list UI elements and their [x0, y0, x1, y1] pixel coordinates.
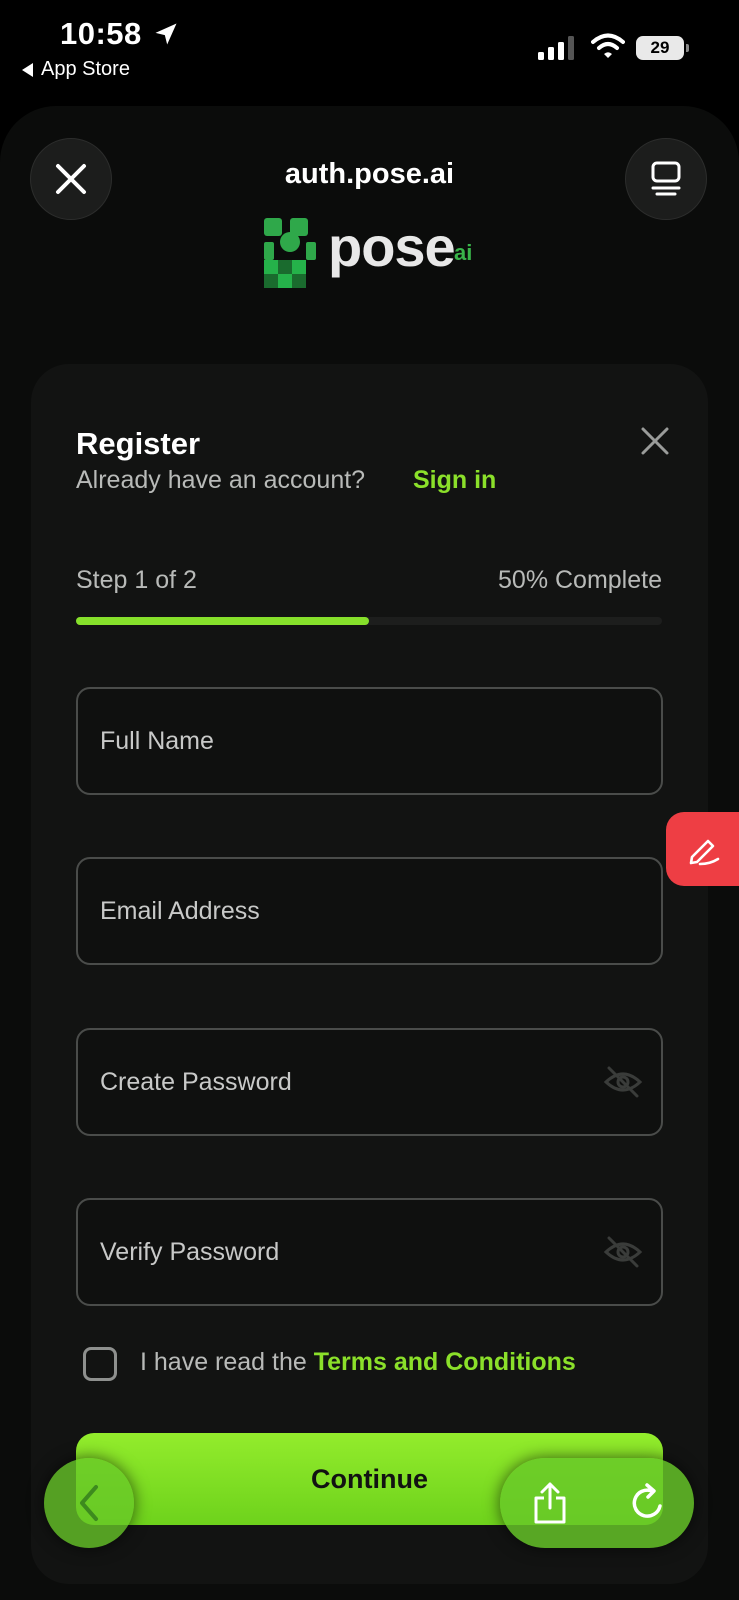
register-subtitle: Already have an account?: [76, 466, 366, 494]
terms-link[interactable]: Terms and Conditions: [314, 1348, 576, 1376]
tabs-button[interactable]: [625, 138, 707, 220]
verify-password-placeholder: Verify Password: [100, 1237, 280, 1266]
step-label: Step 1 of 2: [76, 566, 197, 594]
tabs-icon: [651, 161, 681, 196]
sign-in-link[interactable]: Sign in: [413, 466, 496, 495]
full-name-placeholder: Full Name: [100, 726, 214, 755]
cellular-signal-icon: [538, 36, 574, 60]
register-title: Register: [76, 426, 201, 461]
register-card: [31, 364, 708, 1584]
back-to-app-store[interactable]: App Store: [22, 58, 130, 81]
location-arrow-icon: [155, 23, 177, 45]
full-name-field[interactable]: Full Name: [76, 687, 663, 795]
battery-level: 29: [636, 36, 684, 60]
battery-nub: [686, 44, 689, 52]
create-password-placeholder: Create Password: [100, 1067, 292, 1096]
back-triangle-icon: [22, 62, 33, 77]
edit-floating-button[interactable]: [666, 812, 739, 886]
wifi-icon: [591, 33, 625, 58]
verify-password-field[interactable]: Verify Password: [76, 1198, 663, 1306]
logo-wordmark: pose: [328, 215, 456, 278]
progress-percent-label: 50% Complete: [498, 566, 662, 594]
battery-indicator: 29: [636, 36, 690, 60]
progress-fill: [76, 617, 369, 625]
close-icon[interactable]: [638, 424, 672, 458]
continue-label: Continue: [311, 1463, 428, 1494]
logo-suffix: ai: [454, 240, 473, 265]
pose-ai-logo: pose ai: [260, 212, 500, 292]
browser-back-button[interactable]: [44, 1458, 134, 1548]
create-password-field[interactable]: Create Password: [76, 1028, 663, 1136]
chevron-left-icon: [80, 1485, 98, 1521]
back-app-label: App Store: [41, 58, 130, 80]
pencil-icon: [689, 839, 720, 866]
status-bar: 10:58 App Store 29: [0, 0, 739, 92]
reload-icon[interactable]: [628, 1482, 668, 1524]
eye-off-icon[interactable]: [603, 1234, 643, 1270]
progress-bar: [76, 617, 662, 625]
email-field[interactable]: Email Address: [76, 857, 663, 965]
terms-text: I have read the Terms and Conditions: [140, 1348, 576, 1377]
share-icon[interactable]: [530, 1480, 570, 1526]
browser-toolbar: [500, 1458, 694, 1548]
email-placeholder: Email Address: [100, 896, 260, 925]
status-time: 10:58: [60, 16, 142, 51]
logo-mark-icon: [264, 218, 316, 288]
terms-prefix: I have read the: [140, 1348, 314, 1376]
eye-off-icon[interactable]: [603, 1064, 643, 1100]
terms-checkbox[interactable]: [83, 1347, 117, 1381]
